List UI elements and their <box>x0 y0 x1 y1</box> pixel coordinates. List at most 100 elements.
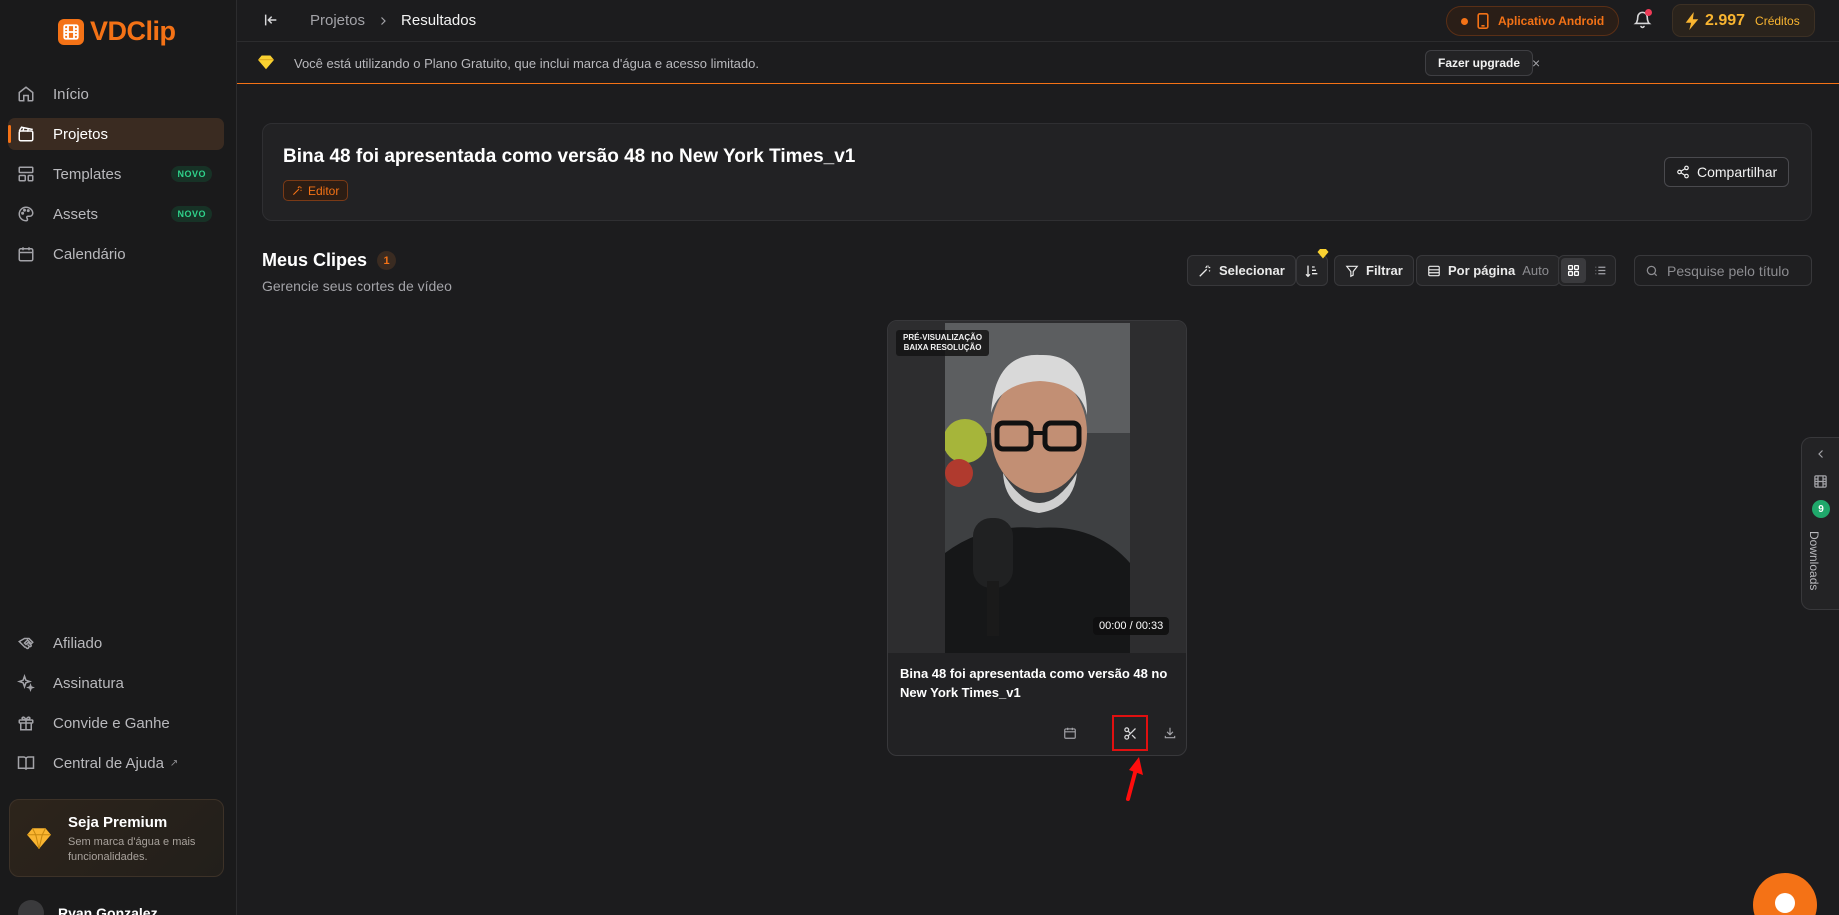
project-title: Bina 48 foi apresentada como versão 48 n… <box>283 146 856 167</box>
secondary-nav: Afiliado Assinatura Convide e Ganhe Cent… <box>8 627 224 787</box>
breadcrumb-projetos[interactable]: Projetos <box>310 12 365 29</box>
low-resolution-preview-label: PRÉ-VISUALIZAÇÃO BAIXA RESOLUÇÃO <box>896 330 990 356</box>
bell-icon[interactable] <box>1633 9 1652 29</box>
smartphone-icon <box>1477 13 1489 29</box>
premium-subtitle: Sem marca d'água e mais funcionalidades. <box>68 836 196 863</box>
notification-dot <box>1645 9 1652 16</box>
app-name: VDClip <box>90 16 176 46</box>
clips-title-text: Meus Clipes <box>262 250 368 270</box>
premium-card[interactable]: Seja Premium Sem marca d'água e mais fun… <box>9 799 224 877</box>
sidebar-item-label: Convide e Ganhe <box>53 714 170 732</box>
chevron-left-icon <box>1815 448 1827 460</box>
sidebar-item-label: Início <box>53 85 89 103</box>
user-profile[interactable]: Ryan Gonzalez <box>18 900 158 915</box>
chat-support-button[interactable] <box>1753 873 1817 915</box>
handshake-icon <box>16 633 36 653</box>
sort-button[interactable] <box>1296 249 1329 286</box>
credits-value: 2.997 <box>1705 11 1746 29</box>
sidebar-item-projetos[interactable]: Projetos <box>8 118 224 150</box>
magic-wand-icon <box>1198 264 1212 278</box>
download-icon[interactable] <box>1158 721 1182 745</box>
calendar-icon[interactable] <box>1058 721 1082 745</box>
filter-label: Filtrar <box>1366 263 1403 278</box>
sidebar-item-label: Calendário <box>53 245 126 263</box>
breadcrumb: Projetos Resultados <box>310 12 476 29</box>
external-link-icon: ↗ <box>169 757 179 769</box>
diamond-icon <box>257 54 275 70</box>
sidebar-item-label: Central de Ajuda <box>53 754 164 772</box>
chevron-right-icon <box>377 15 389 27</box>
downloads-label: Downloads <box>1807 531 1821 591</box>
video-frame-illustration <box>945 323 1130 653</box>
sparkles-icon <box>16 673 36 693</box>
status-dot <box>1461 17 1468 25</box>
sidebar-item-label: Assinatura <box>53 674 124 692</box>
user-name: Ryan Gonzalez <box>58 905 158 915</box>
filter-button[interactable]: Filtrar <box>1334 255 1414 286</box>
new-badge: NOVO <box>171 166 212 182</box>
table-icon <box>1427 264 1441 278</box>
sidebar-item-templates[interactable]: Templates NOVO <box>8 158 224 190</box>
top-bar: Projetos Resultados Aplicativo Android 2… <box>237 0 1839 42</box>
downloads-count-badge: 9 <box>1812 500 1830 518</box>
android-app-button[interactable]: Aplicativo Android <box>1446 6 1620 36</box>
clips-section-title: Meus Clipes 1 <box>262 250 397 271</box>
share-button[interactable]: Compartilhar <box>1664 157 1790 187</box>
main-nav: Início Projetos Templates NOVO Assets NO… <box>8 78 224 278</box>
sidebar-item-afiliado[interactable]: Afiliado <box>8 627 224 659</box>
palette-icon <box>16 204 36 224</box>
sidebar: VDClip Início Projetos Templates NOVO As… <box>0 0 237 915</box>
premium-title: Seja Premium <box>68 814 168 831</box>
share-label: Compartilhar <box>1697 164 1778 180</box>
red-arrow-annotation <box>1120 755 1144 801</box>
downloads-panel-tab[interactable]: 9 Downloads <box>1801 437 1839 610</box>
app-logo[interactable]: VDClip <box>58 16 176 47</box>
film-icon <box>1813 474 1828 489</box>
sidebar-item-calendario[interactable]: Calendário <box>8 238 224 270</box>
search-box <box>1634 255 1812 286</box>
sidebar-item-label: Assets <box>53 205 99 223</box>
project-header-card: Bina 48 foi apresentada como versão 48 n… <box>262 123 1812 221</box>
sidebar-item-convide[interactable]: Convide e Ganhe <box>8 707 224 739</box>
calendar-icon <box>16 244 36 264</box>
filter-icon <box>1345 264 1359 278</box>
select-button[interactable]: Selecionar <box>1187 255 1296 286</box>
free-plan-banner: Você está utilizando o Plano Gratuito, q… <box>237 43 1839 84</box>
sidebar-item-ajuda[interactable]: Central de Ajuda ↗ <box>8 747 224 779</box>
android-app-label: Aplicativo Android <box>1498 14 1605 28</box>
view-toggle <box>1558 255 1616 286</box>
per-page-value: Auto <box>1522 263 1549 278</box>
sidebar-item-assinatura[interactable]: Assinatura <box>8 667 224 699</box>
clips-count-badge: 1 <box>377 251 397 270</box>
sidebar-item-label: Templates <box>53 165 122 183</box>
diamond-icon <box>26 826 52 850</box>
sidebar-item-inicio[interactable]: Início <box>8 78 224 110</box>
magic-wand-icon <box>292 185 303 196</box>
search-input[interactable] <box>1667 262 1807 279</box>
banner-text: Você está utilizando o Plano Gratuito, q… <box>294 56 759 71</box>
film-logo-icon <box>58 18 84 45</box>
scissors-icon[interactable] <box>1112 715 1148 751</box>
per-page-select[interactable]: Por página Auto <box>1416 255 1560 286</box>
avatar <box>18 900 44 915</box>
video-timecode: 00:00 / 00:33 <box>1093 617 1170 635</box>
sidebar-item-label: Afiliado <box>53 634 103 652</box>
editor-tag[interactable]: Editor <box>283 180 349 201</box>
clip-card[interactable]: PRÉ-VISUALIZAÇÃO BAIXA RESOLUÇÃO 00:00 /… <box>887 320 1187 756</box>
new-badge: NOVO <box>171 206 212 222</box>
grid-view-icon[interactable] <box>1561 258 1586 283</box>
clip-thumbnail[interactable]: PRÉ-VISUALIZAÇÃO BAIXA RESOLUÇÃO 00:00 /… <box>888 321 1186 653</box>
lightning-icon <box>1685 11 1699 30</box>
close-icon[interactable]: × <box>1532 55 1540 71</box>
select-label: Selecionar <box>1219 263 1285 278</box>
list-view-icon[interactable] <box>1588 258 1613 283</box>
credits-label: Créditos <box>1755 13 1800 28</box>
share-icon <box>1676 165 1690 179</box>
sort-icon <box>1304 263 1320 279</box>
home-icon <box>16 84 36 104</box>
collapse-sidebar-icon[interactable] <box>263 12 279 28</box>
sidebar-item-assets[interactable]: Assets NOVO <box>8 198 224 230</box>
upgrade-button[interactable]: Fazer upgrade <box>1425 50 1534 76</box>
credits-badge[interactable]: 2.997 Créditos <box>1672 4 1815 37</box>
clip-title[interactable]: Bina 48 foi apresentada como versão 48 n… <box>900 665 1180 703</box>
